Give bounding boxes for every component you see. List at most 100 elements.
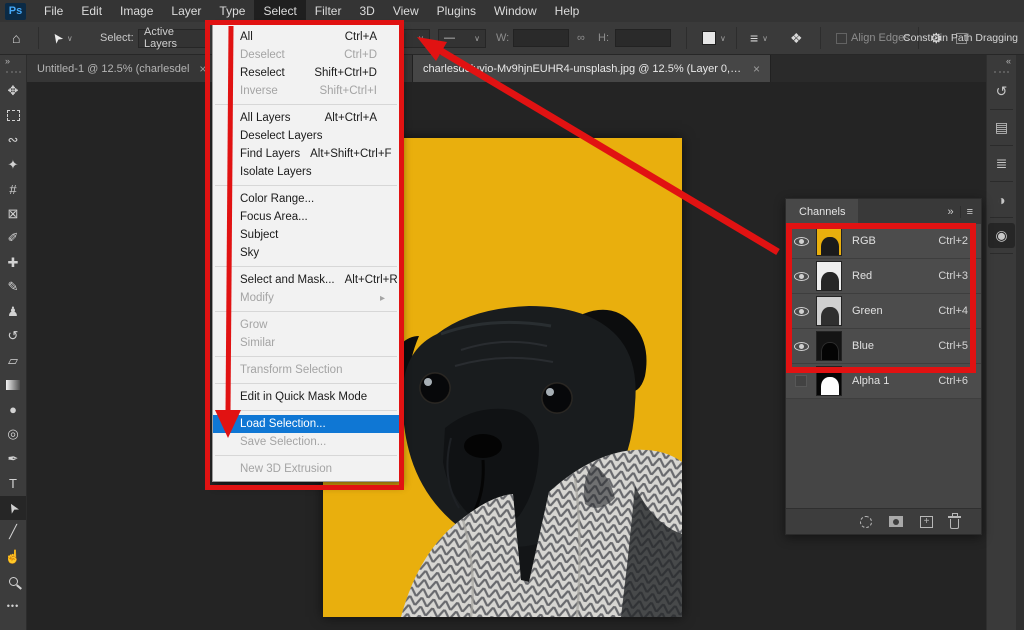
line-tool[interactable]: ╱ [0, 520, 26, 545]
align-edges-checkbox[interactable]: Align Edges [836, 22, 910, 54]
libraries-panel-icon[interactable]: ▤ [988, 115, 1015, 140]
dodge-tool[interactable]: ◎ [0, 422, 26, 447]
home-icon[interactable]: ⌂ [12, 22, 20, 54]
visibility-toggle[interactable] [786, 342, 816, 351]
menu-item[interactable]: Similar [213, 334, 399, 352]
stroke-style-dropdown[interactable]: — ∨ [438, 22, 486, 54]
menu-item[interactable]: Find Layers Alt+Shift+Ctrl+F [213, 145, 399, 163]
select-mode-dropdown[interactable]: Active Layers [138, 22, 210, 54]
history-brush-tool[interactable]: ↺ [0, 324, 26, 349]
collapse-panel-icon[interactable]: » [947, 206, 953, 218]
lasso-tool[interactable]: ∾ [0, 128, 26, 153]
mode-dropdown[interactable]: ∨ [398, 22, 430, 54]
panel-grip[interactable] [6, 71, 21, 74]
path-selection-tool[interactable]: ➤ [0, 496, 26, 521]
visibility-toggle[interactable] [786, 307, 816, 316]
zoom-tool[interactable] [0, 569, 26, 594]
menubar-item[interactable]: Help [546, 0, 589, 22]
menubar-item[interactable]: Select [254, 0, 305, 22]
menu-item[interactable]: All Layers Alt+Ctrl+A [213, 109, 399, 127]
visibility-toggle[interactable] [786, 237, 816, 246]
menu-item[interactable]: Grow [213, 316, 399, 334]
menu-item[interactable]: Sky [213, 244, 399, 262]
menubar-item[interactable]: File [35, 0, 72, 22]
menu-item[interactable]: Subject [213, 226, 399, 244]
hand-tool[interactable]: ☝ [0, 545, 26, 570]
eraser-tool[interactable]: ▱ [0, 349, 26, 374]
type-tool[interactable]: T [0, 471, 26, 496]
close-icon[interactable]: × [199, 62, 206, 76]
path-alignment-icon[interactable]: ≡ ∨ [750, 22, 768, 54]
menu-item[interactable]: Reselect Shift+Ctrl+D [213, 64, 399, 82]
delete-channel-icon[interactable] [950, 519, 959, 529]
new-channel-icon[interactable] [920, 516, 933, 528]
more-tools[interactable]: ••• [0, 594, 26, 619]
menubar-item[interactable]: Layer [162, 0, 210, 22]
quick-selection-tool[interactable]: ✦ [0, 153, 26, 178]
menu-item[interactable]: Color Range... [213, 190, 399, 208]
submenu-arrow-icon: ▸ [377, 293, 385, 304]
menu-item[interactable]: Edit in Quick Mask Mode [213, 388, 399, 406]
menubar-item[interactable]: Edit [72, 0, 111, 22]
channel-thumbnail [816, 296, 842, 326]
menu-item [213, 262, 399, 271]
menu-item[interactable]: Isolate Layers [213, 163, 399, 181]
load-channel-as-selection-icon[interactable] [860, 516, 872, 528]
gradient-tool[interactable] [0, 373, 26, 398]
healing-brush-tool[interactable]: ✚ [0, 251, 26, 276]
width-input[interactable] [513, 22, 569, 54]
close-icon[interactable]: × [753, 62, 760, 76]
channel-row[interactable]: Alpha 1 Ctrl+6 [786, 364, 981, 399]
menubar-item[interactable]: Type [210, 0, 254, 22]
pen-tool[interactable]: ✒ [0, 447, 26, 472]
menubar-item[interactable]: 3D [350, 0, 383, 22]
history-panel-icon[interactable]: ↺ [988, 79, 1015, 104]
link-dimensions-icon[interactable]: ∞ [577, 22, 585, 54]
visibility-toggle[interactable] [786, 272, 816, 281]
eyedropper-tool[interactable]: ✐ [0, 226, 26, 251]
panel-grip[interactable] [994, 71, 1009, 74]
fill-adjustment-panel-icon[interactable]: ◑ [988, 187, 1015, 212]
menu-item[interactable]: Load Selection... [213, 415, 399, 433]
panel-menu-icon[interactable]: ≡ [967, 206, 973, 218]
frame-tool[interactable]: ⊠ [0, 202, 26, 227]
menu-item[interactable]: Focus Area... [213, 208, 399, 226]
menubar-item[interactable]: Image [111, 0, 162, 22]
crop-tool[interactable]: # [0, 177, 26, 202]
save-selection-as-channel-icon[interactable] [889, 516, 903, 527]
menu-item[interactable]: Deselect Ctrl+D [213, 46, 399, 64]
blur-tool[interactable]: ● [0, 398, 26, 423]
menubar-item[interactable]: Window [485, 0, 546, 22]
menu-item[interactable]: Modify ▸ [213, 289, 399, 307]
current-tool-icon[interactable]: ➤ ∨ [52, 22, 73, 54]
channel-row[interactable]: Red Ctrl+3 [786, 259, 981, 294]
shape-fill-swatch[interactable]: ∨ [702, 22, 726, 54]
path-arrangement-icon[interactable]: ❖ [790, 22, 803, 54]
channel-row[interactable]: RGB Ctrl+2 [786, 224, 981, 259]
tab-channels[interactable]: Channels [786, 199, 858, 224]
menubar-item[interactable]: Plugins [428, 0, 485, 22]
channel-row[interactable]: Green Ctrl+4 [786, 294, 981, 329]
menubar-item[interactable]: Filter [306, 0, 351, 22]
channel-row[interactable]: Blue Ctrl+5 [786, 329, 981, 364]
menu-item[interactable]: Transform Selection [213, 361, 399, 379]
visibility-toggle[interactable] [786, 375, 816, 387]
menu-item[interactable]: Deselect Layers [213, 127, 399, 145]
menu-item[interactable]: All Ctrl+A [213, 28, 399, 46]
marquee-tool[interactable] [0, 104, 26, 129]
menu-item[interactable]: Select and Mask... Alt+Ctrl+R [213, 271, 399, 289]
clone-stamp-tool[interactable]: ♟ [0, 300, 26, 325]
menu-item[interactable]: Inverse Shift+Ctrl+I [213, 82, 399, 100]
adjustments-panel-icon[interactable]: ≣ [988, 151, 1015, 176]
menu-item[interactable]: New 3D Extrusion [213, 460, 399, 478]
menu-item [213, 406, 399, 415]
move-tool[interactable]: ✥ [0, 79, 26, 104]
collapse-panel-icon[interactable]: » [0, 55, 26, 68]
brush-tool[interactable]: ✎ [0, 275, 26, 300]
expand-panels-icon[interactable]: « [987, 55, 1016, 68]
channels-panel-icon[interactable]: ◉ [988, 223, 1015, 248]
height-input[interactable] [615, 22, 671, 54]
document-tab-active[interactable]: charlesdeluvio-Mv9hjnEUHR4-unsplash.jpg … [413, 55, 771, 82]
menu-item[interactable]: Save Selection... [213, 433, 399, 451]
menubar-item[interactable]: View [384, 0, 428, 22]
